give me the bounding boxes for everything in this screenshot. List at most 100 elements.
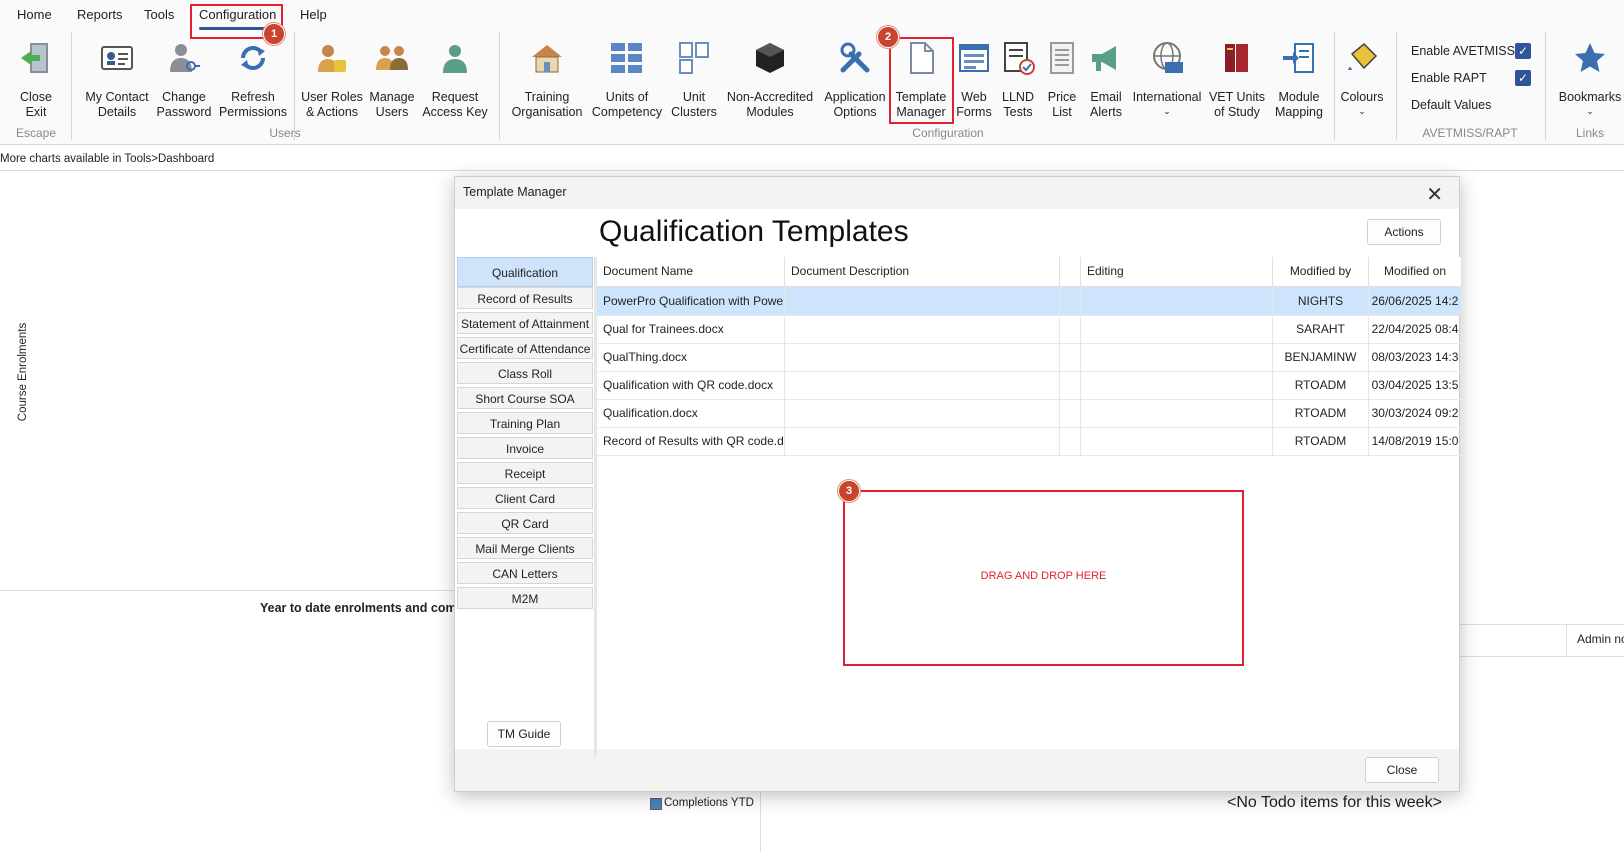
category-receipt[interactable]: Receipt — [457, 462, 593, 484]
drag-and-drop-zone[interactable]: DRAG AND DROP HERE — [843, 490, 1244, 666]
category-training-plan[interactable]: Training Plan — [457, 412, 593, 434]
drop-zone-text: DRAG AND DROP HERE — [980, 570, 1107, 582]
cell-blank — [1060, 287, 1081, 315]
category-invoice[interactable]: Invoice — [457, 437, 593, 459]
table-row[interactable]: Record of Results with QR code.doc: RTOA… — [597, 427, 1462, 456]
cell-modified-on: 14/08/2019 15:0 — [1369, 427, 1462, 455]
column-header-document-name[interactable]: Document Name — [597, 257, 785, 286]
request-access-key-button[interactable]: Request Access Key — [420, 36, 490, 132]
column-header-modified-on[interactable]: Modified on — [1369, 257, 1462, 286]
cell-document-name: Qualification.docx — [597, 399, 785, 427]
category-mail-merge-clients[interactable]: Mail Merge Clients — [457, 537, 593, 559]
change-password-button[interactable]: Change Password — [156, 36, 212, 132]
menu-tools[interactable]: Tools — [144, 7, 174, 22]
category-statement-of-attainment[interactable]: Statement of Attainment — [457, 312, 593, 334]
non-accredited-modules-button[interactable]: Non-Accredited Modules — [724, 36, 816, 132]
module-mapping-button[interactable]: Module Mapping — [1268, 36, 1330, 132]
group-label-configuration: Configuration — [912, 126, 984, 140]
category-short-course-soa[interactable]: Short Course SOA — [457, 387, 593, 409]
non-accredited-label-2: Modules — [746, 105, 794, 119]
unit-clusters-button[interactable]: Unit Clusters — [668, 36, 720, 132]
group-separator — [1334, 32, 1335, 140]
step-marker-3: 3 — [838, 480, 860, 502]
table-row[interactable]: QualThing.docx BENJAMINW 08/03/2023 14:3 — [597, 343, 1462, 372]
units-competency-label-2: Competency — [591, 105, 663, 119]
user-roles-actions-button[interactable]: User Roles & Actions — [300, 36, 364, 132]
category-class-roll[interactable]: Class Roll — [457, 362, 593, 384]
user-key-icon — [170, 44, 200, 72]
request-access-key-label-2: Access Key — [422, 105, 488, 119]
step-marker-2: 2 — [877, 26, 899, 48]
menu-help[interactable]: Help — [300, 7, 327, 22]
vet-units-of-study-button[interactable]: VET Units of Study — [1208, 36, 1266, 132]
actions-button[interactable]: Actions — [1367, 219, 1441, 245]
enable-rapt-checkbox[interactable]: ✓ — [1515, 70, 1531, 86]
column-header-editing[interactable]: Editing — [1081, 257, 1273, 286]
llnd-tests-label-2: Tests — [1003, 105, 1033, 119]
column-header-document-description[interactable]: Document Description — [785, 257, 1060, 286]
mapping-icon — [1283, 43, 1314, 73]
group-separator — [1545, 32, 1546, 140]
group-label-links: Links — [1575, 126, 1604, 140]
exit-door-icon — [21, 43, 48, 73]
books-icon — [1225, 44, 1248, 72]
units-of-competency-button[interactable]: Units of Competency — [588, 36, 666, 132]
table-row[interactable]: Qualification.docx RTOADM 30/03/2024 09:… — [597, 399, 1462, 428]
category-certificate-of-attendance[interactable]: Certificate of Attendance — [457, 337, 593, 359]
cell-editing — [1081, 399, 1273, 427]
category-m2m[interactable]: M2M — [457, 587, 593, 609]
column-header-blank[interactable] — [1060, 257, 1081, 286]
email-alerts-button[interactable]: Email Alerts — [1084, 36, 1128, 132]
refresh-permissions-button[interactable]: Refresh Permissions — [218, 36, 288, 132]
cell-document-name: Qualification with QR code.docx — [597, 371, 785, 399]
globe-abc-icon — [1153, 42, 1183, 73]
charts-note: More charts available in Tools>Dashboard — [0, 153, 215, 165]
web-forms-button[interactable]: Web Forms — [952, 36, 996, 132]
group-separator — [71, 32, 72, 140]
application-options-button[interactable]: Application Options — [820, 36, 890, 132]
colours-dropdown[interactable]: Colours ⌄ — [1336, 36, 1388, 132]
category-qualification[interactable]: Qualification — [457, 257, 593, 287]
llnd-tests-button[interactable]: LLND Tests — [996, 36, 1040, 132]
default-values-button[interactable]: Default Values — [1411, 98, 1491, 112]
table-row[interactable]: Qual for Trainees.docx SARAHT 22/04/2025… — [597, 315, 1462, 344]
megaphone-icon — [1092, 46, 1116, 71]
category-record-of-results[interactable]: Record of Results — [457, 287, 593, 309]
training-org-label-1: Training — [524, 90, 570, 104]
price-list-button[interactable]: Price List — [1040, 36, 1084, 132]
y-axis-label: Course Enrolments — [17, 322, 30, 422]
menu-home[interactable]: Home — [17, 7, 52, 22]
category-can-letters[interactable]: CAN Letters — [457, 562, 593, 584]
close-exit-button[interactable]: Close Exit — [8, 36, 64, 132]
column-header-modified-by[interactable]: Modified by — [1273, 257, 1369, 286]
group-label-escape: Escape — [15, 126, 57, 140]
close-icon[interactable]: ✕ — [1426, 182, 1443, 207]
star-icon — [1575, 43, 1605, 72]
cell-blank — [1060, 343, 1081, 371]
ytd-chart-title: Year to date enrolments and comp — [260, 601, 465, 615]
email-alerts-label-1: Email — [1090, 90, 1122, 104]
category-qr-card[interactable]: QR Card — [457, 512, 593, 534]
cell-document-name: Record of Results with QR code.doc: — [597, 427, 785, 455]
admin-notes-header[interactable]: Admin not — [1577, 632, 1624, 646]
table-row[interactable]: Qualification with QR code.docx RTOADM 0… — [597, 371, 1462, 400]
training-organisation-button[interactable]: Training Organisation — [508, 36, 586, 132]
table-row[interactable]: PowerPro Qualification with PowerQF NIGH… — [597, 287, 1462, 316]
contact-card-icon — [101, 46, 133, 70]
email-alerts-label-2: Alerts — [1090, 105, 1122, 119]
international-dropdown[interactable]: International ⌄ — [1130, 36, 1204, 132]
close-button[interactable]: Close — [1365, 757, 1439, 783]
my-contact-details-button[interactable]: My Contact Details — [80, 36, 154, 132]
menu-reports[interactable]: Reports — [77, 7, 123, 22]
enable-avetmiss-checkbox[interactable]: ✓ — [1515, 43, 1531, 59]
divider — [760, 790, 761, 852]
manage-users-button[interactable]: Manage Users — [366, 36, 418, 132]
cell-editing — [1081, 287, 1273, 315]
close-exit-label-1: Close — [20, 90, 52, 104]
my-contact-label-2: Details — [97, 105, 137, 119]
tm-guide-button[interactable]: TM Guide — [487, 721, 561, 747]
category-client-card[interactable]: Client Card — [457, 487, 593, 509]
manage-users-label-1: Manage — [369, 90, 415, 104]
chevron-down-icon: ⌄ — [1163, 106, 1171, 116]
bookmarks-dropdown[interactable]: Bookmarks ⌄ — [1556, 36, 1624, 132]
